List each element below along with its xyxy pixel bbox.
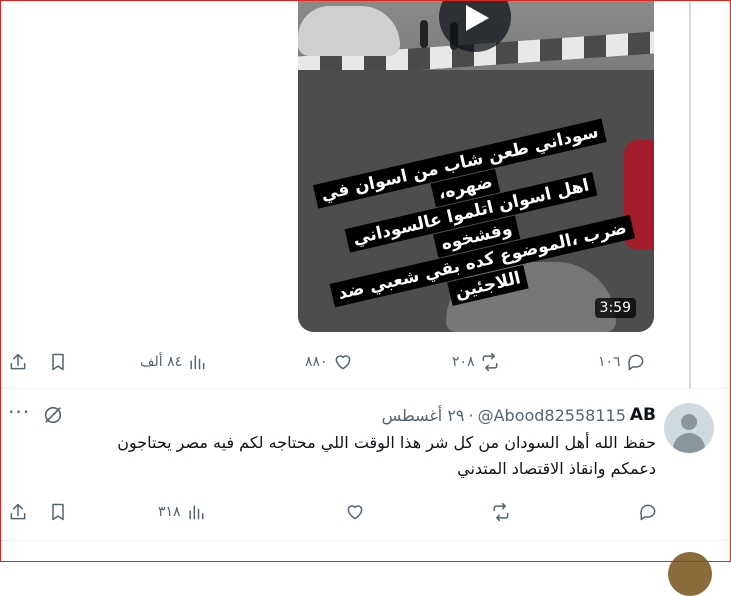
tweet-action-bar: ٣١٨ bbox=[0, 492, 690, 532]
thread-line bbox=[689, 0, 691, 388]
video-frame-person bbox=[420, 20, 428, 48]
bookmark-button[interactable] bbox=[48, 492, 68, 532]
tweet-header: ٢٩ أغسطس · @Abood82558115 AB bbox=[0, 400, 656, 430]
repost-icon bbox=[493, 502, 509, 522]
repost-button[interactable] bbox=[486, 492, 511, 532]
avatar[interactable] bbox=[664, 403, 714, 453]
default-avatar-body bbox=[673, 433, 705, 453]
views-icon bbox=[188, 505, 203, 520]
like-button[interactable] bbox=[340, 492, 365, 532]
reply-icon bbox=[627, 354, 643, 371]
reply-icon bbox=[640, 504, 656, 521]
tweet-date[interactable]: ٢٩ أغسطس bbox=[382, 406, 465, 425]
video-duration: 3:59 bbox=[594, 298, 636, 318]
user-name[interactable]: AB bbox=[630, 405, 656, 425]
next-tweet-avatar[interactable] bbox=[668, 552, 712, 596]
reply-button[interactable]: ١٠٦ bbox=[598, 342, 646, 382]
heart-icon bbox=[335, 355, 350, 370]
views-count: ٨٤ ألف bbox=[140, 354, 183, 370]
share-icon bbox=[10, 353, 26, 370]
like-button[interactable]: ٨٨٠ bbox=[305, 342, 353, 382]
heart-icon bbox=[347, 505, 363, 520]
tweet-action-bar: ٨٤ ألف ٨٨٠ ٢٠٨ ١٠٦ bbox=[0, 342, 690, 382]
video-frame-car bbox=[298, 6, 400, 56]
tweet-text-line: حفظ الله أهل السودان من كل شر هذا الوقت … bbox=[117, 433, 656, 452]
views-button[interactable]: ٨٤ ألف bbox=[140, 342, 207, 382]
tweet-text-line: دعمكم وانقاذ الاقتصاد المتدني bbox=[457, 459, 656, 478]
tweet-text: حفظ الله أهل السودان من كل شر هذا الوقت … bbox=[20, 430, 656, 482]
share-button[interactable] bbox=[8, 342, 28, 382]
tweet-divider bbox=[0, 388, 726, 389]
likes-count: ٨٨٠ bbox=[305, 354, 328, 370]
tweet-divider bbox=[0, 540, 726, 541]
share-icon bbox=[10, 503, 26, 520]
separator-dot: · bbox=[468, 405, 474, 425]
user-handle[interactable]: @Abood82558115 bbox=[478, 406, 626, 425]
bookmark-button[interactable] bbox=[48, 342, 68, 382]
reply-button[interactable] bbox=[633, 492, 658, 532]
views-icon bbox=[190, 355, 205, 370]
views-button[interactable]: ٣١٨ bbox=[158, 492, 206, 532]
replies-count: ١٠٦ bbox=[598, 354, 621, 370]
video-player[interactable]: سوداني طعن شاب من اسوان في ضهره، اهل اسو… bbox=[298, 0, 654, 332]
repost-icon bbox=[482, 352, 497, 372]
share-button[interactable] bbox=[8, 492, 28, 532]
default-avatar-head bbox=[681, 414, 697, 430]
column-border bbox=[726, 0, 727, 562]
reposts-count: ٢٠٨ bbox=[452, 354, 475, 370]
repost-button[interactable]: ٢٠٨ bbox=[452, 342, 500, 382]
bookmark-icon bbox=[52, 353, 64, 371]
play-icon bbox=[466, 5, 489, 31]
views-count: ٣١٨ bbox=[158, 504, 181, 520]
bookmark-icon bbox=[52, 503, 64, 521]
